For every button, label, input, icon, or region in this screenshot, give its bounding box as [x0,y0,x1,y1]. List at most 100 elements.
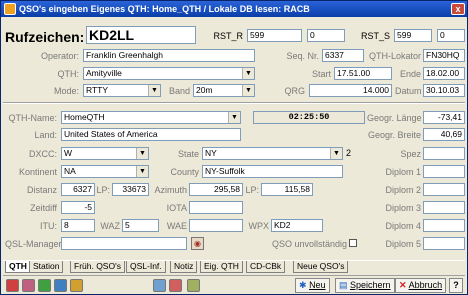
diplom5-input[interactable] [423,237,465,250]
chevron-down-icon[interactable]: ▼ [228,112,240,123]
itu-input[interactable]: 8 [61,219,95,232]
geo-lat-input[interactable]: 40,69 [423,128,465,141]
geo-lon-input[interactable]: -73,41 [423,111,465,124]
tab-frueh-qsos[interactable]: Früh. QSO's [70,261,125,273]
diplom4-input[interactable] [423,219,465,232]
qth-label: QTH: [57,69,80,79]
tools-icon[interactable] [169,279,182,292]
qthname-label: QTH-Name: [8,113,57,123]
wae-input[interactable] [189,219,243,232]
save-button[interactable]: ▤ Speichern [335,278,395,293]
operator-input[interactable]: Franklin Greenhalgh [83,49,255,62]
chevron-down-icon[interactable]: ▼ [242,68,254,79]
azimuth-input[interactable]: 295,58 [189,183,243,196]
geo-lon-label: Geogr. Länge [367,113,422,123]
locator-label: QTH-Lokator [368,51,421,61]
help-button[interactable]: ? [449,278,463,293]
qthname-select[interactable]: HomeQTH ▼ [61,111,241,124]
people-icon[interactable] [153,279,166,292]
clock-display: 02:25:50 [253,111,365,124]
rst-s-extra-input[interactable]: 0 [437,29,465,42]
diplom1-input[interactable] [423,165,465,178]
land-input[interactable]: United States of America [61,128,241,141]
close-icon[interactable]: x [451,3,465,15]
save-icon: ▤ [339,280,348,290]
callsign-input[interactable]: KD2LL [86,26,196,44]
iota-input[interactable] [189,201,243,214]
rst-r-input[interactable]: 599 [247,29,302,42]
rst-r-extra-input[interactable]: 0 [307,29,345,42]
window-icon[interactable] [38,279,51,292]
lp-label: LP: [96,185,110,195]
chevron-down-icon[interactable]: ▼ [148,85,160,96]
iota-label: IOTA [166,203,187,213]
dxcc-select[interactable]: W ▼ [61,147,149,160]
qrg-input[interactable]: 14.000 [309,84,392,97]
diplom2-label: Diplom 2 [385,185,421,195]
start-label: Start [311,69,331,79]
diplom3-input[interactable] [423,201,465,214]
wae-label: WAE [166,221,187,231]
cancel-label: Abbruch [408,280,443,290]
stop-icon[interactable] [6,279,19,292]
title-bar[interactable]: QSO's eingeben Eigenes QTH: Home_QTH / L… [1,1,467,17]
zeitdiff-input[interactable]: -5 [61,201,95,214]
land-label: Land: [34,130,57,140]
band-value: 20m [196,85,213,95]
chevron-down-icon[interactable]: ▼ [242,85,254,96]
tab-notiz[interactable]: Notiz [170,261,198,273]
state-select[interactable]: NY ▼ [202,147,343,160]
tab-neue-qsos[interactable]: Neue QSO's [293,261,349,273]
seq-input[interactable]: 6337 [322,49,364,62]
locator-input[interactable]: FN30HQ [423,49,465,62]
band-select[interactable]: 20m ▼ [193,84,255,97]
lp2-label: LP: [245,185,259,195]
state-suffix: 2 [346,148,352,158]
diplom2-input[interactable] [423,183,465,196]
rst-r-label: RST_R [213,31,243,41]
wpx-input[interactable]: KD2 [271,219,323,232]
tab-station[interactable]: Station [29,261,64,273]
mode-select[interactable]: RTTY ▼ [83,84,161,97]
kontinent-label: Kontinent [18,167,57,177]
kontinent-select[interactable]: NA ▼ [61,165,149,178]
rst-s-label: RST_S [360,31,390,41]
end-label: Ende [399,69,421,79]
tab-eig-qth[interactable]: Eig. QTH [200,261,243,273]
lookup-icon[interactable]: ◉ [191,237,204,250]
chevron-down-icon[interactable]: ▼ [330,148,342,159]
chevron-down-icon[interactable]: ▼ [136,166,148,177]
grid-icon[interactable] [54,279,67,292]
end-input[interactable]: 18.02.00 [423,67,465,80]
lp2-input[interactable]: 115,58 [261,183,313,196]
date-input[interactable]: 30.10.03 [423,84,465,97]
map-icon[interactable] [187,279,200,292]
divider [3,102,465,104]
start-input[interactable]: 17.51.00 [334,67,392,80]
window-title: QSO's eingeben Eigenes QTH: Home_QTH / L… [19,4,310,14]
waz-input[interactable]: 5 [122,219,159,232]
spez-input[interactable] [423,147,465,160]
band-label: Band [168,86,190,96]
tab-qsl-inf[interactable]: QSL-Inf. [126,261,166,273]
tab-qth[interactable]: QTH [5,261,31,273]
qslmgr-input[interactable] [61,237,187,250]
callsign-label: Rufzeichen: [5,29,85,45]
rst-s-input[interactable]: 599 [394,29,432,42]
qth-input[interactable]: Amityville ▼ [83,67,255,80]
distanz-input[interactable]: 6327 [61,183,95,196]
new-button[interactable]: ✱ Neu [295,278,330,293]
waz-label: WAZ [100,221,120,231]
calendar-icon[interactable] [22,279,35,292]
new-icon: ✱ [299,280,307,290]
tab-cd-cbk[interactable]: CD-CBk [246,261,286,273]
dxcc-label: DXCC: [28,149,57,159]
operator-label: Operator: [40,51,79,61]
lp-input[interactable]: 33673 [112,183,149,196]
county-input[interactable]: NY-Suffolk [202,165,343,178]
cancel-button[interactable]: ✕ Abbruch [395,278,447,293]
qso-incomplete-checkbox[interactable] [349,239,357,247]
chevron-down-icon[interactable]: ▼ [136,148,148,159]
state-value: NY [205,148,217,158]
pencil-icon[interactable] [70,279,83,292]
